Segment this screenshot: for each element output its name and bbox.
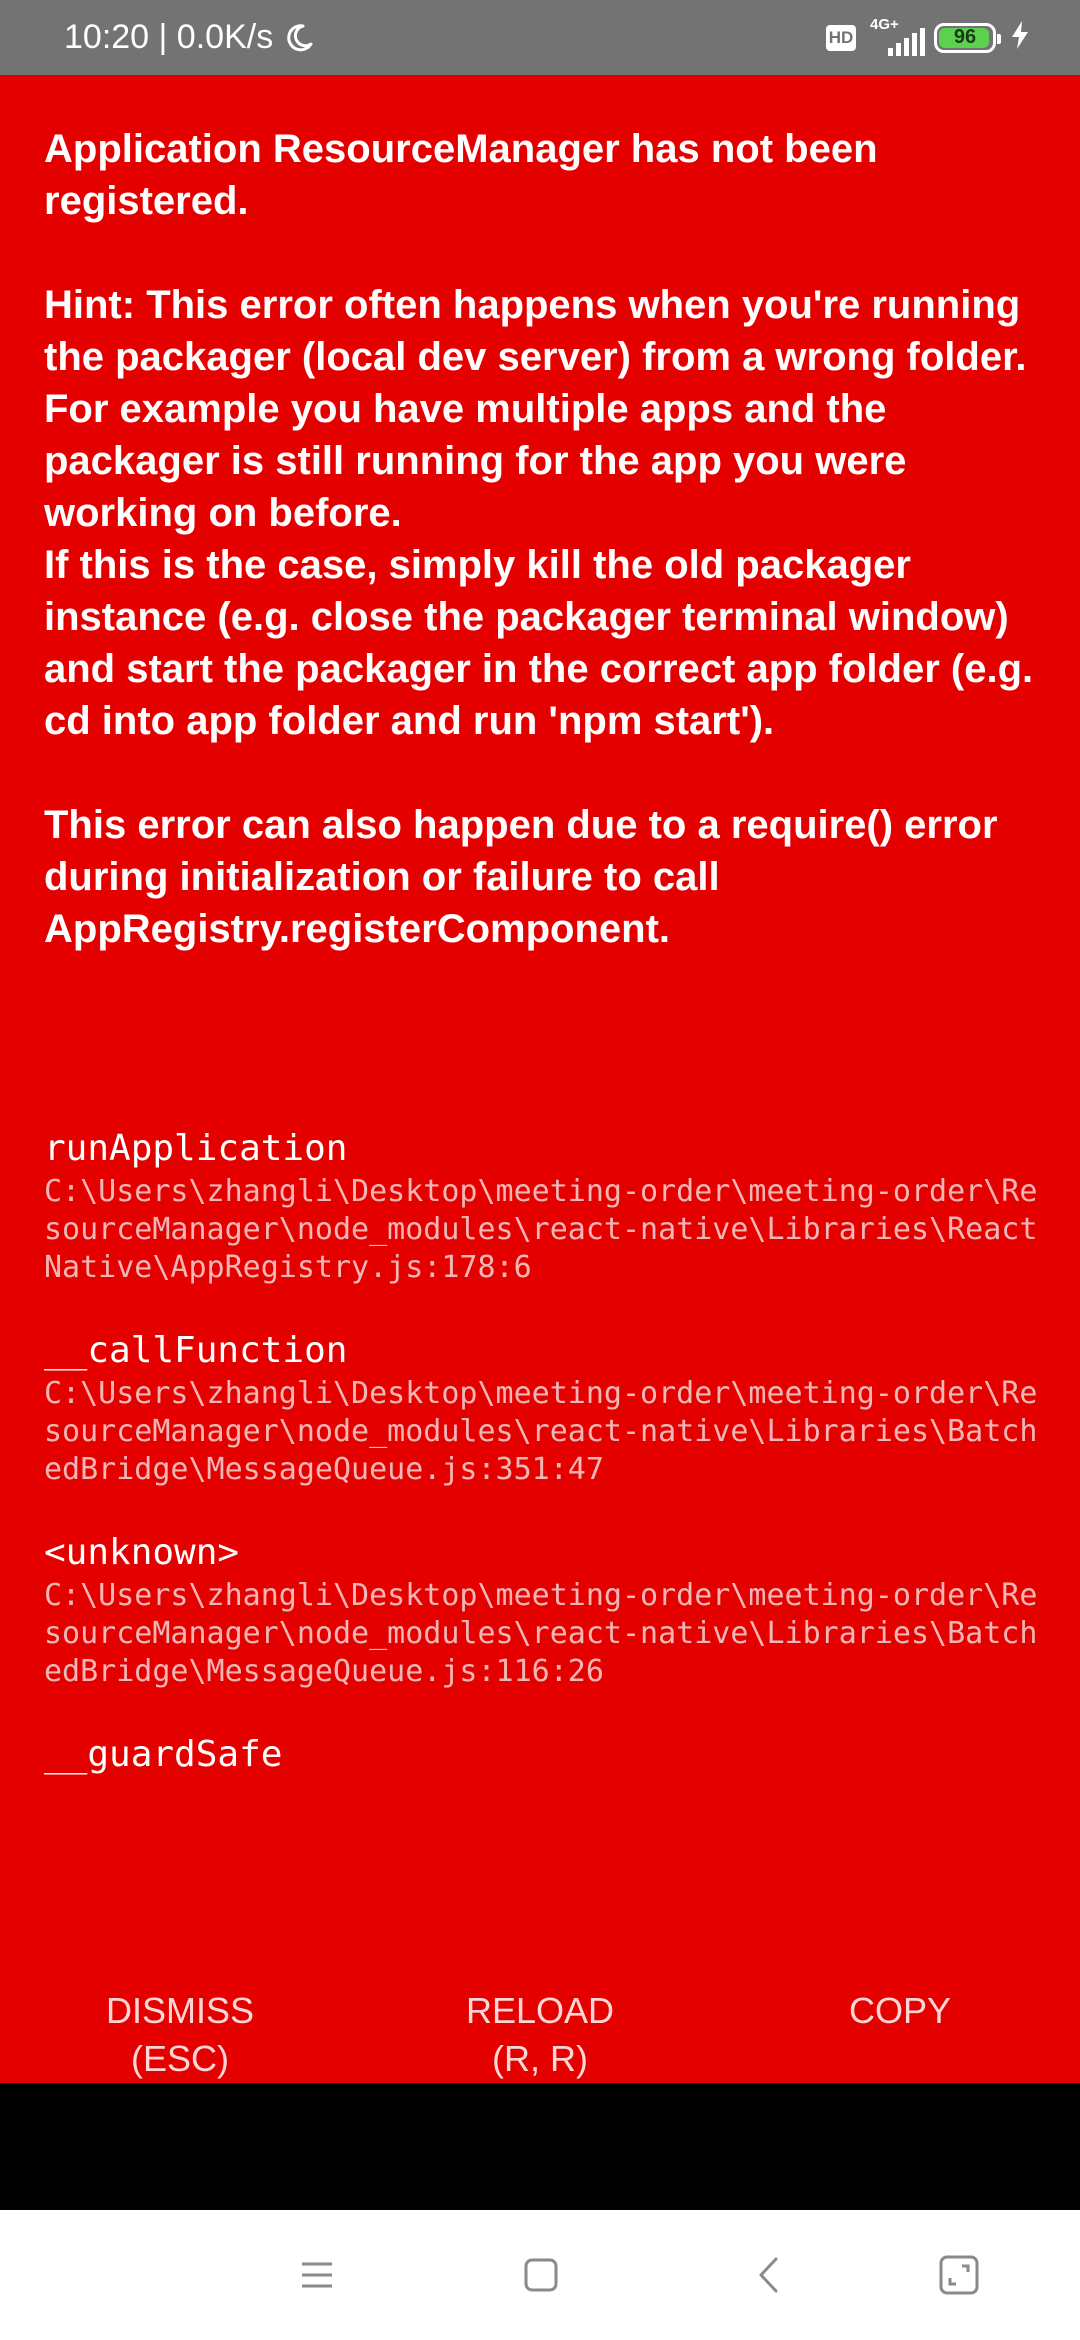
- reload-label: RELOAD: [465, 1990, 615, 2031]
- error-message: Application ResourceManager has not been…: [44, 123, 1044, 955]
- battery-icon: 96: [934, 22, 1001, 53]
- stack-function: runApplication: [44, 1128, 348, 1169]
- stack-function: <unknown>: [44, 1532, 240, 1573]
- expand-corner-icon[interactable]: [936, 2252, 982, 2298]
- stack-frame[interactable]: __guardSafe: [44, 1731, 1044, 1779]
- lightning-icon: [1010, 20, 1030, 55]
- stack-frame[interactable]: __callFunction C:\Users\zhangli\Desktop\…: [44, 1327, 1044, 1489]
- copy-button[interactable]: COPY: [770, 1987, 1030, 2035]
- back-chevron-icon[interactable]: [746, 2252, 792, 2298]
- action-buttons: DISMISS (ESC) RELOAD (R, R) COPY: [0, 1905, 1080, 2083]
- dismiss-button[interactable]: DISMISS (ESC): [50, 1987, 310, 2083]
- stack-file: C:\Users\zhangli\Desktop\meeting-order\m…: [44, 1578, 1038, 1689]
- reload-shortcut: (R, R): [492, 2038, 588, 2079]
- menu-icon[interactable]: [294, 2252, 340, 2298]
- stack-frame[interactable]: <unknown> C:\Users\zhangli\Desktop\meeti…: [44, 1529, 1044, 1691]
- stack-function: __guardSafe: [44, 1734, 283, 1775]
- error-extra: This error can also happen due to a requ…: [44, 803, 1009, 951]
- system-nav-bar: [0, 2210, 1080, 2340]
- stack-file: C:\Users\zhangli\Desktop\meeting-order\m…: [44, 1174, 1038, 1285]
- signal-bars-icon: 4G+: [870, 16, 925, 58]
- status-bar: 10:20 | 0.0K/s HD 4G+ 96: [0, 0, 1080, 75]
- stack-function: __callFunction: [44, 1330, 348, 1371]
- home-square-icon[interactable]: [518, 2252, 564, 2298]
- reload-button[interactable]: RELOAD (R, R): [410, 1987, 670, 2083]
- status-left: 10:20 | 0.0K/s: [64, 0, 315, 75]
- hd-badge: HD: [826, 24, 856, 51]
- keyboard-gap-area: [0, 2083, 1080, 2210]
- battery-level: 96: [953, 26, 977, 48]
- time-speed-text: 10:20 | 0.0K/s: [64, 18, 274, 56]
- dismiss-label: DISMISS: [105, 1990, 255, 2031]
- error-title: Application ResourceManager has not been…: [44, 127, 889, 223]
- stack-frame[interactable]: runApplication C:\Users\zhangli\Desktop\…: [44, 1125, 1044, 1287]
- dismiss-shortcut: (ESC): [131, 2038, 229, 2079]
- error-hint: Hint: This error often happens when you'…: [44, 283, 1034, 743]
- stack-file: C:\Users\zhangli\Desktop\meeting-order\m…: [44, 1376, 1038, 1487]
- status-right: HD 4G+ 96: [826, 0, 1030, 75]
- copy-label: COPY: [848, 1990, 952, 2031]
- moon-icon: [283, 22, 315, 54]
- error-screen: Application ResourceManager has not been…: [0, 75, 1080, 1930]
- stack-trace[interactable]: runApplication C:\Users\zhangli\Desktop\…: [44, 1125, 1044, 1985]
